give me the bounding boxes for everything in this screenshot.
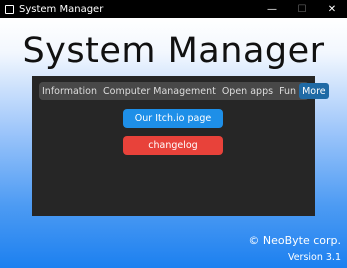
title-bar[interactable]: System Manager — ☐ ✕ bbox=[0, 0, 347, 18]
tab-information[interactable]: Information bbox=[39, 83, 100, 99]
app-window: System Manager — ☐ ✕ System Manager Info… bbox=[0, 0, 347, 268]
changelog-button[interactable]: changelog bbox=[123, 136, 223, 155]
minimize-button[interactable]: — bbox=[257, 0, 287, 18]
window-title: System Manager bbox=[19, 3, 104, 15]
app-icon bbox=[5, 4, 14, 14]
tab-fun[interactable]: Fun bbox=[276, 83, 299, 99]
credit-text: © NeoByte corp. bbox=[248, 234, 341, 247]
page-title: System Manager bbox=[22, 31, 325, 71]
tab-more[interactable]: More bbox=[299, 83, 329, 99]
tab-computer-management[interactable]: Computer Management bbox=[100, 83, 219, 99]
version-text: Version 3.1 bbox=[287, 252, 341, 263]
tab-open-apps[interactable]: Open apps bbox=[219, 83, 276, 99]
itch-io-page-button[interactable]: Our Itch.io page bbox=[123, 109, 223, 128]
window-controls: — ☐ ✕ bbox=[257, 0, 347, 18]
maximize-button[interactable]: ☐ bbox=[287, 0, 317, 18]
close-button[interactable]: ✕ bbox=[317, 0, 347, 18]
tab-view-panel: Information Computer Management Open app… bbox=[32, 76, 329, 216]
tab-bar: Information Computer Management Open app… bbox=[39, 82, 329, 100]
main-content: System Manager Information Computer Mana… bbox=[0, 18, 347, 268]
